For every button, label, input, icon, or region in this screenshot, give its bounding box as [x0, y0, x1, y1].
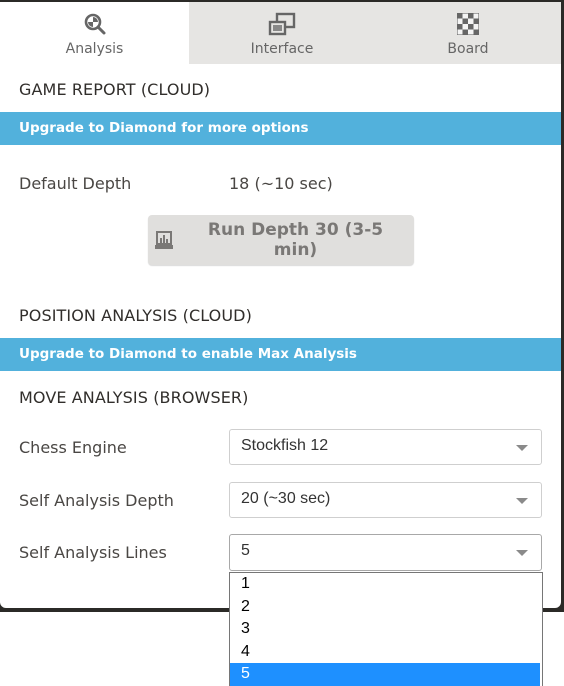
laptop-chart-icon [154, 230, 174, 250]
lines-option[interactable]: 4 [230, 641, 540, 664]
chess-engine-select[interactable]: Stockfish 12 [229, 429, 542, 465]
tab-bar: Analysis Interface Board [0, 2, 561, 64]
upgrade-banner-options[interactable]: Upgrade to Diamond for more options [0, 112, 561, 145]
self-analysis-lines-dropdown: 1 2 3 4 5 [229, 572, 543, 686]
run-depth-30-button[interactable]: Run Depth 30 (3-5 min) [147, 215, 414, 265]
chevron-down-icon [516, 550, 528, 556]
self-analysis-depth-select[interactable]: 20 (~30 sec) [229, 482, 542, 518]
default-depth-value: 18 (~10 sec) [229, 174, 333, 193]
chevron-down-icon [516, 498, 528, 504]
lines-option[interactable]: 2 [230, 596, 540, 619]
self-analysis-lines-row: Self Analysis Lines 5 [0, 534, 564, 571]
move-analysis-title: MOVE ANALYSIS (BROWSER) [19, 388, 249, 407]
default-depth-label: Default Depth [19, 174, 132, 193]
self-analysis-depth-row: Self Analysis Depth 20 (~30 sec) [0, 482, 564, 518]
magnifier-analysis-icon [83, 11, 107, 37]
self-analysis-lines-value: 5 [241, 542, 250, 559]
tab-interface[interactable]: Interface [189, 2, 375, 64]
self-analysis-depth-value: 20 (~30 sec) [241, 490, 331, 507]
chevron-down-icon [516, 445, 528, 451]
self-analysis-depth-label: Self Analysis Depth [19, 491, 174, 510]
chess-engine-value: Stockfish 12 [241, 437, 329, 454]
tab-analysis-label: Analysis [65, 41, 124, 57]
checkerboard-icon [457, 11, 479, 37]
default-depth-row: Default Depth 18 (~10 sec) [0, 174, 561, 210]
lines-option[interactable]: 1 [230, 573, 540, 596]
lines-option[interactable]: 3 [230, 618, 540, 641]
chess-engine-label: Chess Engine [19, 438, 127, 457]
chess-engine-row: Chess Engine Stockfish 12 [0, 429, 564, 465]
self-analysis-lines-label: Self Analysis Lines [19, 543, 167, 562]
upgrade-banner-max-analysis[interactable]: Upgrade to Diamond to enable Max Analysi… [0, 338, 561, 371]
lines-option-selected[interactable]: 5 [230, 663, 540, 686]
self-analysis-lines-select[interactable]: 5 [229, 534, 542, 571]
tab-board-label: Board [447, 41, 489, 57]
windows-icon [268, 11, 296, 37]
run-depth-30-label: Run Depth 30 (3-5 min) [207, 220, 384, 260]
game-report-title: GAME REPORT (CLOUD) [19, 80, 211, 99]
tab-analysis[interactable]: Analysis [0, 2, 189, 64]
tab-interface-label: Interface [250, 41, 314, 57]
position-analysis-title: POSITION ANALYSIS (CLOUD) [19, 306, 252, 325]
tab-board[interactable]: Board [375, 2, 561, 64]
